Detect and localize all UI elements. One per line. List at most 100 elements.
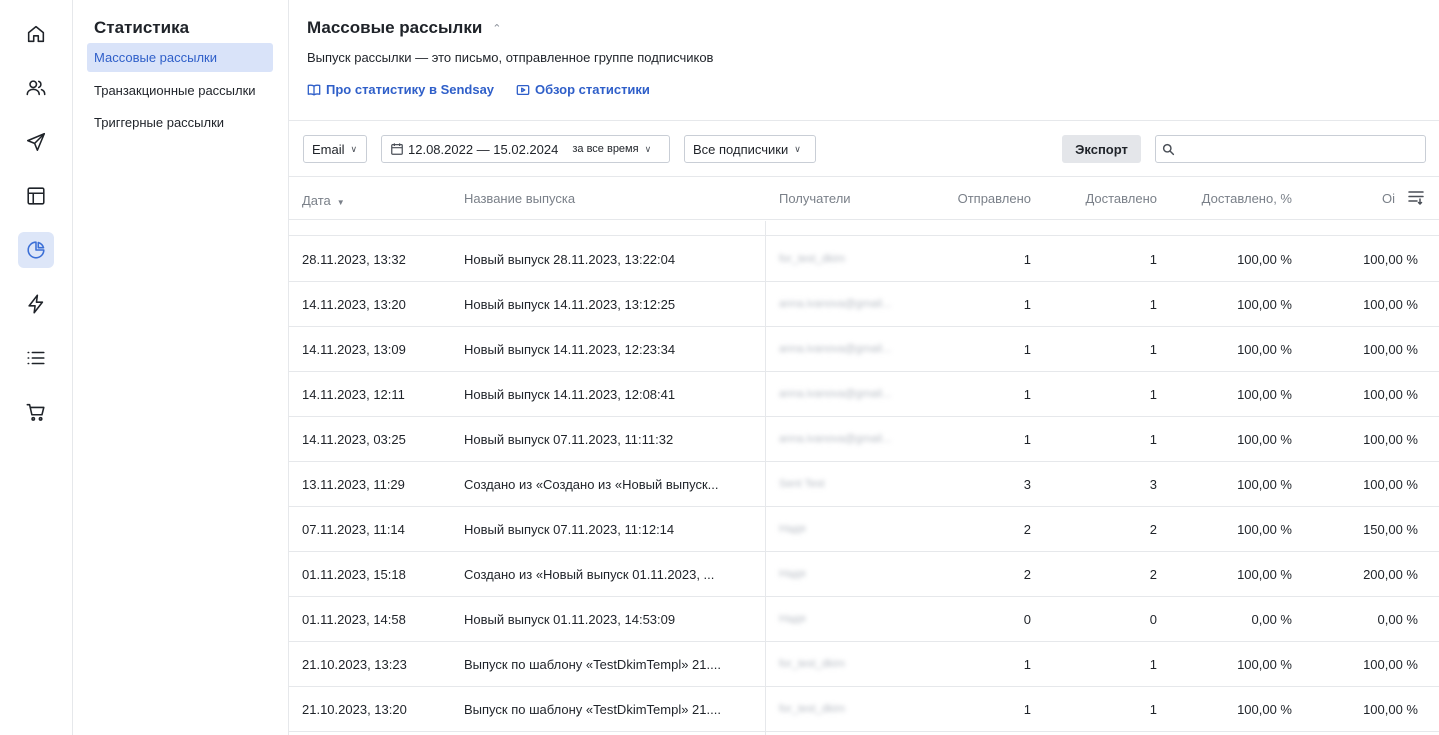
chevron-down-icon: ∨	[644, 143, 652, 154]
table-row[interactable]: 01.11.2023, 15:18 Создано из «Новый выпус…	[289, 552, 1439, 597]
cell-delivered: 1	[1149, 342, 1157, 357]
icon-rail	[0, 0, 73, 735]
cell-recipients: Sent Test	[779, 478, 825, 490]
column-delivered[interactable]: Доставлено	[1029, 191, 1157, 206]
cell-opened: 0,00 %	[1377, 612, 1418, 627]
export-button[interactable]: Экспорт	[1062, 135, 1141, 163]
cell-sent: 2	[1023, 522, 1031, 537]
cell-delivered: 3	[1149, 477, 1157, 492]
column-settings-button[interactable]	[1407, 188, 1427, 208]
cell-delivered: 1	[1149, 702, 1157, 717]
cell-delivered: 2	[1149, 522, 1157, 537]
users-icon	[26, 80, 46, 96]
table-row[interactable]: 28.11.2023, 13:32 Новый выпуск 28.11.2023…	[289, 237, 1439, 282]
page-title: Массовые рассылки ⌃	[307, 18, 502, 38]
nav-statistics[interactable]	[18, 232, 54, 268]
cell-date: 21.10.2023, 13:23	[302, 657, 407, 672]
cell-delivered-pct: 100,00 %	[1237, 657, 1292, 672]
cell-delivered: 1	[1149, 432, 1157, 447]
table-header: Дата ▼ Название выпуска Получатели Отправ…	[289, 178, 1439, 220]
cell-opened: 100,00 %	[1363, 297, 1418, 312]
search-field[interactable]	[1155, 135, 1426, 163]
search-icon	[1162, 143, 1175, 155]
column-recipients[interactable]: Получатели	[779, 191, 851, 206]
nav-automation[interactable]	[18, 286, 54, 322]
nav-templates[interactable]	[18, 178, 54, 214]
table-row[interactable]: 14.11.2023, 03:25 Новый выпуск 07.11.2023…	[289, 417, 1439, 462]
table-row[interactable]: 14.11.2023, 13:09 Новый выпуск 14.11.2023…	[289, 327, 1439, 372]
column-date-label: Дата	[302, 193, 331, 208]
cell-name: Новый выпуск 14.11.2023, 13:12:25	[464, 297, 676, 312]
cell-delivered: 1	[1149, 657, 1157, 672]
cell-sent: 1	[1023, 702, 1031, 717]
table-row[interactable]: 14.11.2023, 13:20 Новый выпуск 14.11.2023…	[289, 282, 1439, 327]
column-name[interactable]: Название выпуска	[464, 191, 575, 206]
nav-campaigns[interactable]	[18, 124, 54, 160]
cell-date: 14.11.2023, 12:11	[302, 387, 405, 402]
audience-select[interactable]: Все подписчики ∨	[684, 135, 816, 163]
cell-delivered: 1	[1149, 297, 1157, 312]
cell-sent: 1	[1023, 387, 1031, 402]
statistics-overview-link-label: Обзор статистики	[535, 82, 650, 97]
nav-users[interactable]	[18, 70, 54, 106]
cell-date: 28.11.2023, 13:32	[302, 252, 406, 267]
cell-sent: 3	[1023, 477, 1031, 492]
subnav-item-transactional[interactable]: Транзакционные рассылки	[87, 76, 273, 105]
book-icon	[307, 84, 321, 95]
column-sent[interactable]: Отправлено	[889, 191, 1031, 206]
channel-select-value: Email	[312, 141, 345, 157]
channel-select[interactable]: Email ∨	[303, 135, 367, 163]
nav-home[interactable]	[18, 16, 54, 52]
table-row[interactable]: 01.11.2023, 14:58 Новый выпуск 01.11.2023…	[289, 597, 1439, 642]
video-icon	[516, 84, 530, 95]
cell-delivered-pct: 100,00 %	[1237, 252, 1292, 267]
column-delivered-pct[interactable]: Доставлено, %	[1149, 191, 1292, 206]
table-row[interactable]: 07.11.2023, 11:14 Новый выпуск 07.11.2023…	[289, 507, 1439, 552]
cell-recipients: Надя	[779, 523, 806, 535]
statistics-overview-link[interactable]: Обзор статистики	[516, 82, 650, 97]
cell-opened: 100,00 %	[1363, 432, 1418, 447]
cell-sent: 2	[1023, 567, 1031, 582]
list-icon	[27, 351, 45, 365]
about-statistics-link[interactable]: Про статистику в Sendsay	[307, 82, 494, 97]
cell-opened: 150,00 %	[1363, 522, 1418, 537]
cell-delivered: 1	[1149, 252, 1157, 267]
cell-delivered-pct: 0,00 %	[1251, 612, 1292, 627]
subnav-title: Статистика	[94, 18, 190, 37]
cell-delivered-pct: 100,00 %	[1237, 702, 1292, 717]
table-row[interactable]: 13.11.2023, 11:29 Создано из «Создано из …	[289, 462, 1439, 507]
table-row[interactable]: 21.10.2023, 13:20 Выпуск по шаблону «Test…	[289, 687, 1439, 732]
cell-sent: 1	[1023, 657, 1031, 672]
nav-lists[interactable]	[18, 340, 54, 376]
cell-recipients: Надя	[779, 568, 806, 580]
cell-name: Новый выпуск 28.11.2023, 13:22:04	[464, 252, 676, 267]
cell-delivered-pct: 100,00 %	[1237, 297, 1292, 312]
table-row[interactable]: 21.10.2023, 13:23 Выпуск по шаблону «Test…	[289, 642, 1439, 687]
cell-recipients: anna.ivanova@gmail...	[779, 433, 892, 445]
cell-opened: 100,00 %	[1363, 477, 1418, 492]
audience-select-value: Все подписчики	[693, 141, 789, 157]
cell-opened: 100,00 %	[1363, 387, 1418, 402]
home-icon	[27, 25, 45, 43]
about-statistics-link-label: Про статистику в Sendsay	[326, 82, 495, 97]
page-description: Выпуск рассылки — это письмо, отправленн…	[307, 50, 714, 65]
date-range-picker[interactable]: 12.08.2022 — 15.02.2024 за все время ∨	[381, 135, 670, 163]
cell-sent: 0	[1023, 612, 1031, 627]
cart-icon	[26, 403, 45, 421]
column-opened[interactable]: Оі	[1382, 191, 1395, 206]
search-input[interactable]	[1181, 141, 1425, 157]
subnav-item-trigger[interactable]: Триггерные рассылки	[87, 108, 273, 137]
cell-sent: 1	[1023, 252, 1031, 267]
nav-commerce[interactable]	[18, 394, 54, 430]
table-row[interactable]: 14.11.2023, 12:11 Новый выпуск 14.11.2023…	[289, 372, 1439, 417]
sort-desc-icon[interactable]: ▼	[337, 198, 345, 207]
help-links: Про статистику в Sendsay Обзор статистик…	[307, 82, 650, 97]
collapse-chevron-icon[interactable]: ⌃	[492, 22, 501, 35]
cell-delivered-pct: 100,00 %	[1237, 432, 1292, 447]
cell-opened: 100,00 %	[1363, 342, 1418, 357]
pie-chart-icon	[27, 241, 45, 259]
cell-delivered: 0	[1149, 612, 1157, 627]
cell-delivered-pct: 100,00 %	[1237, 477, 1292, 492]
column-date[interactable]: Дата ▼	[302, 193, 345, 208]
subnav-item-mass-mailings[interactable]: Массовые рассылки	[87, 43, 273, 72]
